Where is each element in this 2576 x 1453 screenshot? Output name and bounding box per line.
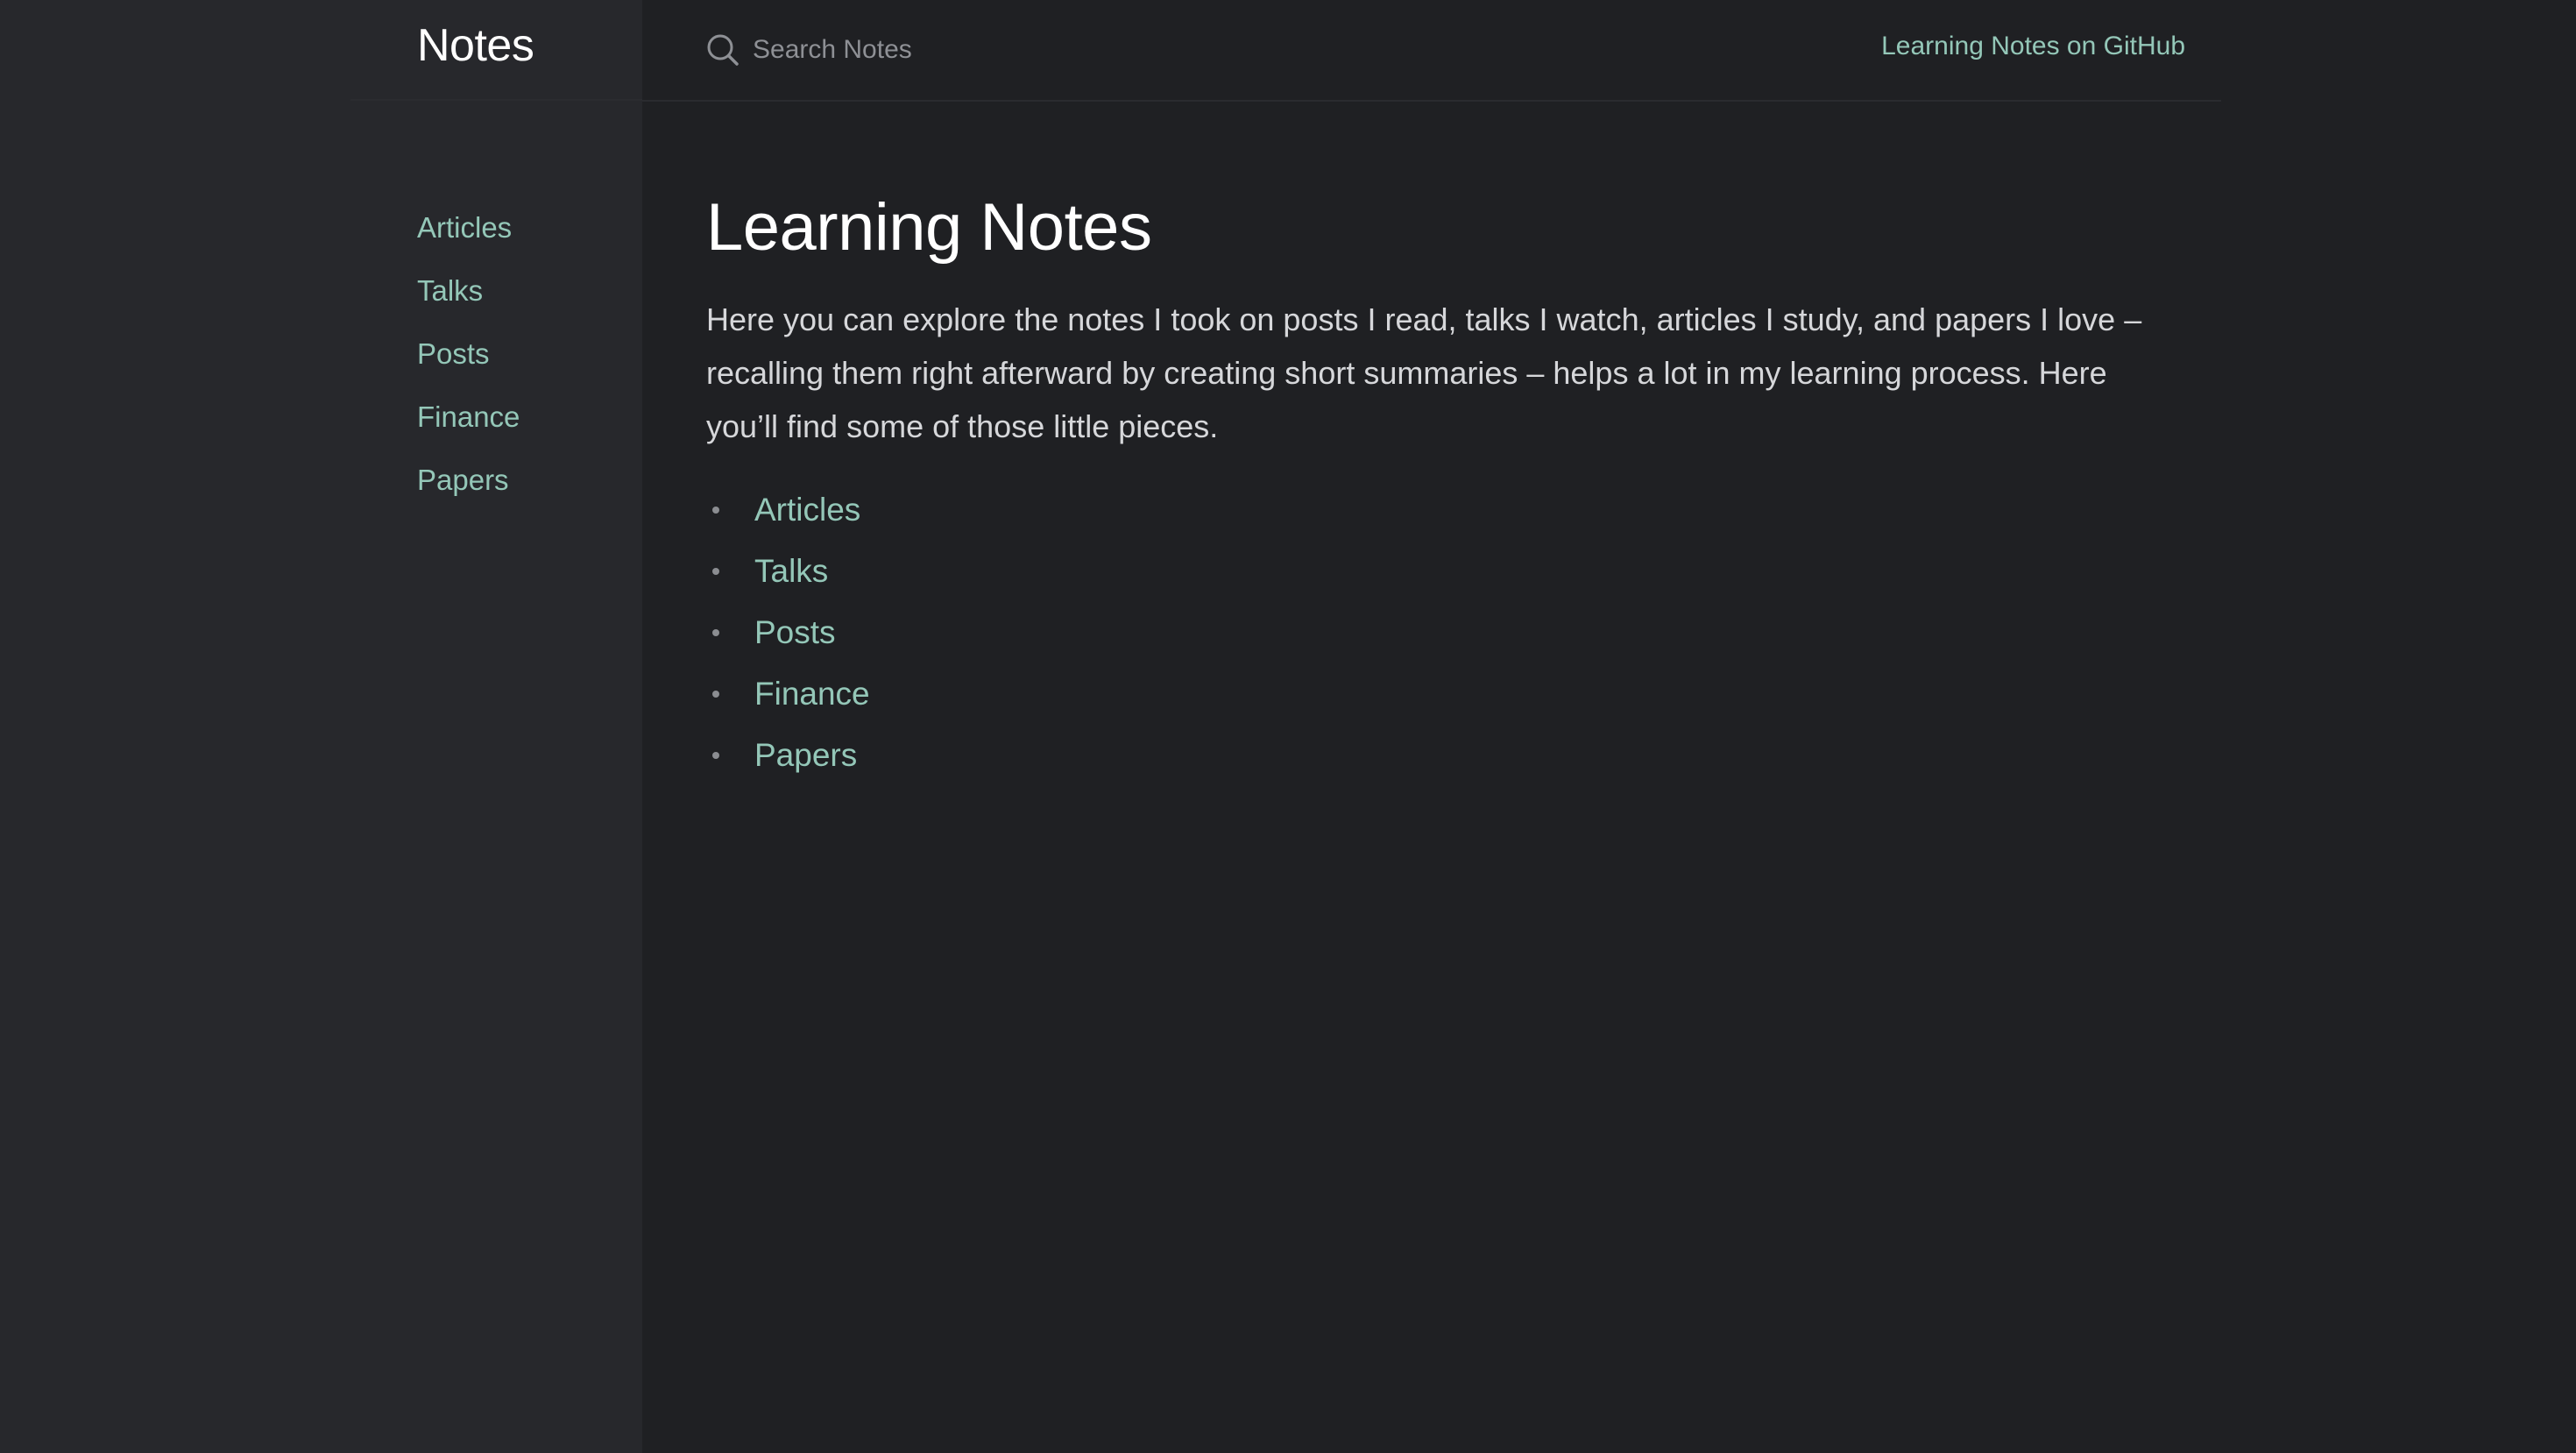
page: Notes Articles Talks Posts Finance Paper… <box>0 0 2576 1453</box>
search-box[interactable] <box>705 28 1278 72</box>
site-title[interactable]: Notes <box>417 19 534 72</box>
link-list: Articles Talks Posts Finance Papers <box>706 479 2178 786</box>
list-item: Finance <box>706 663 2178 725</box>
bullet-icon <box>712 568 719 575</box>
page-title: Learning Notes <box>706 190 1152 265</box>
sidebar-item-finance[interactable]: Finance <box>417 393 520 456</box>
sidebar-nav: Articles Talks Posts Finance Papers <box>417 203 520 519</box>
link-articles[interactable]: Articles <box>754 492 860 528</box>
bullet-icon <box>712 752 719 759</box>
sidebar-item-talks[interactable]: Talks <box>417 266 520 330</box>
link-posts[interactable]: Posts <box>754 614 836 651</box>
list-item: Talks <box>706 541 2178 602</box>
link-talks[interactable]: Talks <box>754 553 828 590</box>
sidebar: Notes Articles Talks Posts Finance Paper… <box>0 0 642 1453</box>
intro-paragraph: Here you can explore the notes I took on… <box>706 301 2142 444</box>
sidebar-header: Notes <box>0 0 642 101</box>
search-icon[interactable] <box>705 32 740 67</box>
main-content: Learning Notes Here you can explore the … <box>706 184 2178 786</box>
github-link[interactable]: Learning Notes on GitHub <box>1881 32 2185 61</box>
sidebar-item-articles[interactable]: Articles <box>417 203 520 266</box>
top-bar: Learning Notes on GitHub <box>642 0 2221 102</box>
bullet-icon <box>712 691 719 698</box>
bullet-icon <box>712 507 719 514</box>
search-input[interactable] <box>753 35 1278 65</box>
link-papers[interactable]: Papers <box>754 737 857 774</box>
list-item: Papers <box>706 725 2178 786</box>
sidebar-item-papers[interactable]: Papers <box>417 456 520 519</box>
divider <box>350 99 642 101</box>
link-finance[interactable]: Finance <box>754 676 870 712</box>
bullet-icon <box>712 629 719 636</box>
sidebar-item-posts[interactable]: Posts <box>417 330 520 393</box>
list-item: Articles <box>706 479 2178 541</box>
list-item: Posts <box>706 602 2178 663</box>
